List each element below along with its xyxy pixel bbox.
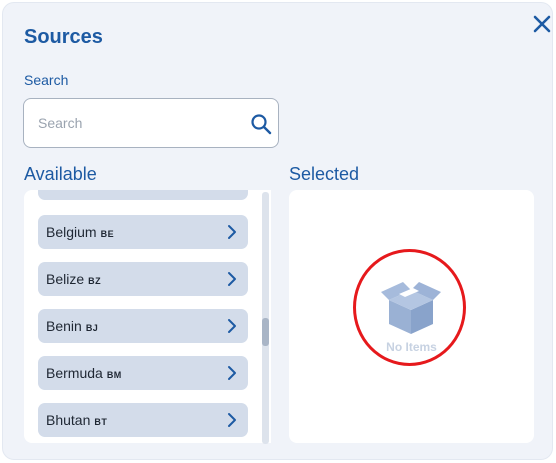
search-input[interactable] [38, 99, 238, 147]
scrollbar-thumb[interactable] [262, 318, 269, 346]
chevron-right-icon[interactable] [224, 271, 240, 287]
list-item[interactable]: Bhutan BT [38, 403, 248, 437]
search-icon[interactable] [250, 113, 272, 135]
search-box [23, 98, 279, 148]
chevron-right-icon[interactable] [224, 224, 240, 240]
close-icon[interactable] [529, 11, 555, 37]
country-name: Belize [46, 271, 85, 287]
country-name: Bhutan [46, 412, 91, 428]
list-item[interactable]: Bermuda BM [38, 356, 248, 390]
item-name: Bhutan BT [46, 412, 107, 428]
list-item[interactable]: Belgium BE [38, 215, 248, 249]
item-name: Benin BJ [46, 318, 98, 334]
search-label: Search [24, 72, 69, 88]
chevron-right-icon[interactable] [224, 412, 240, 428]
country-code: BJ [85, 323, 99, 333]
item-name: Bermuda BM [46, 365, 122, 381]
dialog-title: Sources [24, 26, 103, 48]
country-code: BM [106, 370, 122, 380]
chevron-right-icon[interactable] [224, 318, 240, 334]
item-name: Belize BZ [46, 271, 101, 287]
country-code: BZ [88, 276, 102, 286]
country-code: BE [100, 229, 115, 239]
chevron-right-icon[interactable] [224, 365, 240, 381]
country-name: Bermuda [46, 365, 103, 381]
sources-dialog: Sources Search Available Selected Belgiu… [2, 2, 553, 460]
available-title: Available [24, 164, 97, 184]
selected-list-panel: No Items [289, 190, 534, 443]
list-item[interactable]: Benin BJ [38, 309, 248, 343]
country-name: Belgium [46, 224, 97, 240]
available-scrollbar[interactable] [262, 192, 269, 444]
list-item[interactable]: Belize BZ [38, 262, 248, 296]
country-name: Benin [46, 318, 82, 334]
list-item-partial[interactable] [38, 190, 248, 200]
selected-title: Selected [289, 164, 360, 184]
item-name: Belgium BE [46, 224, 114, 240]
country-code: BT [94, 417, 108, 427]
highlight-circle [353, 249, 466, 366]
available-list-panel: Belgium BE Belize BZ Benin BJ Bermuda BM Bhu… [24, 190, 271, 443]
